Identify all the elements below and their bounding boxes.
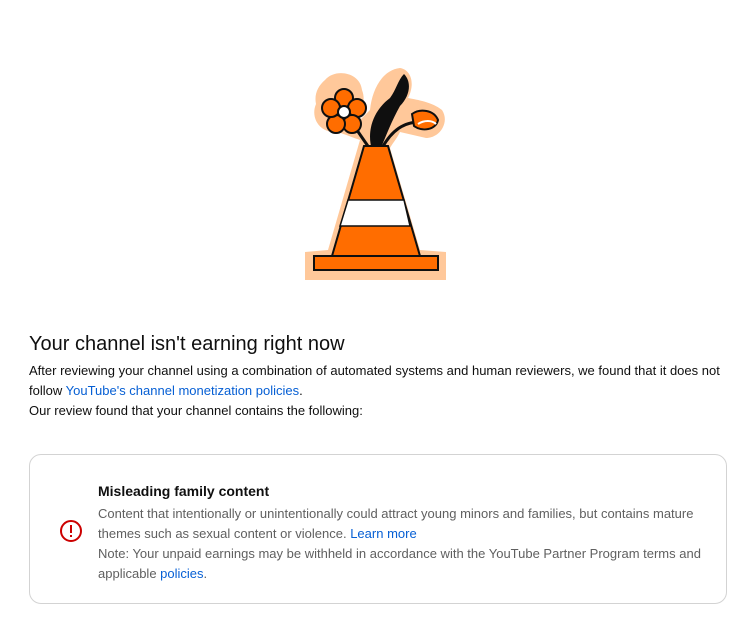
violation-note-end: . xyxy=(203,566,208,581)
traffic-cone-illustration xyxy=(300,60,460,285)
review-description: After reviewing your channel using a com… xyxy=(29,361,734,401)
violation-title: Misleading family content xyxy=(98,483,270,499)
exclamation-circle-icon xyxy=(59,519,83,543)
violation-description: Content that intentionally or unintentio… xyxy=(98,504,710,584)
review-summary-text: Our review found that your channel conta… xyxy=(29,403,363,418)
learn-more-link[interactable]: Learn more xyxy=(350,526,416,541)
description-end: . xyxy=(299,383,303,398)
page-title: Your channel isn't earning right now xyxy=(29,333,345,355)
monetization-status-page: Your channel isn't earning right now Aft… xyxy=(0,0,754,622)
monetization-policies-link[interactable]: YouTube's channel monetization policies xyxy=(66,383,300,398)
violation-card: Misleading family content Content that i… xyxy=(29,454,727,604)
traffic-cone-icon xyxy=(305,68,446,280)
policies-link[interactable]: policies xyxy=(160,566,203,581)
